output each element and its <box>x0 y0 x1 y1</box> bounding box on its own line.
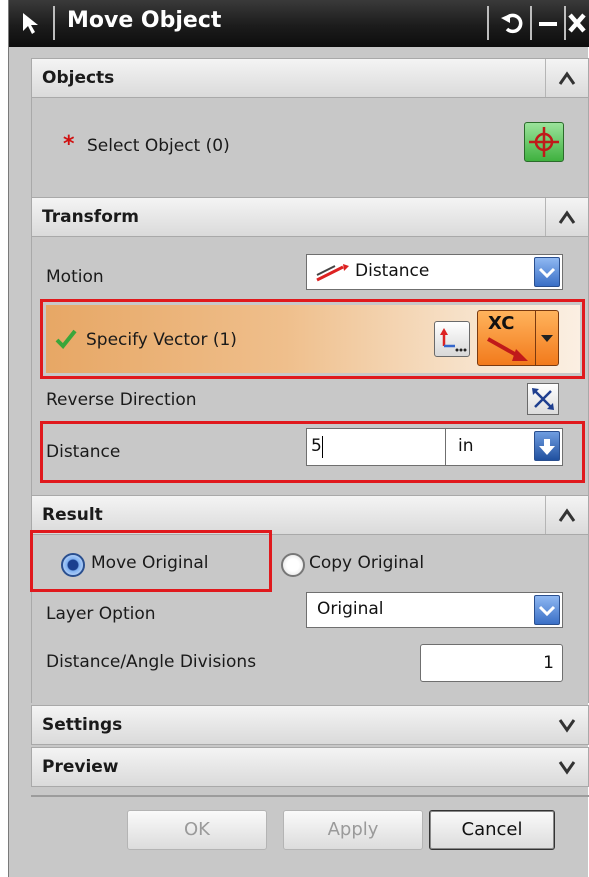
expand-chevron-icon[interactable] <box>546 706 588 744</box>
layer-option-label: Layer Option <box>46 604 156 624</box>
layer-option-dropdown[interactable]: Original <box>306 592 563 628</box>
dropdown-arrow-icon[interactable] <box>534 595 560 625</box>
motion-dropdown[interactable]: Distance <box>306 254 563 290</box>
divisions-value: 1 <box>543 653 554 673</box>
select-object-button[interactable] <box>524 122 564 162</box>
close-icon[interactable] <box>562 8 589 38</box>
ok-button[interactable]: OK <box>127 810 267 850</box>
select-pointer-icon[interactable] <box>17 9 47 37</box>
dropdown-arrow-icon[interactable] <box>534 257 560 287</box>
title-separator <box>530 6 532 40</box>
result-section-label: Result <box>42 505 103 525</box>
vector-dialog-button[interactable] <box>434 321 470 357</box>
reverse-direction-label: Reverse Direction <box>46 390 197 410</box>
select-object-label[interactable]: Select Object (0) <box>87 136 230 156</box>
objects-section-header[interactable]: Objects <box>31 58 589 98</box>
cancel-button[interactable]: Cancel <box>429 810 555 850</box>
motion-value: Distance <box>355 261 430 281</box>
copy-original-label[interactable]: Copy Original <box>309 553 424 573</box>
distance-motion-icon <box>316 264 349 282</box>
vector-constructor-icon <box>440 328 467 352</box>
footer-separator <box>31 795 589 797</box>
settings-section-header[interactable]: Settings <box>31 705 589 745</box>
collapse-chevron-icon[interactable] <box>545 496 588 534</box>
window-title: Move Object <box>67 8 222 33</box>
settings-section-label: Settings <box>42 715 123 735</box>
distance-unit-value: in <box>458 436 474 456</box>
apply-button[interactable]: Apply <box>283 810 423 850</box>
distance-value: 5 <box>311 436 322 456</box>
check-icon <box>55 329 77 349</box>
title-bar[interactable]: Move Object <box>9 0 589 47</box>
title-separator <box>487 6 489 40</box>
reverse-direction-button[interactable] <box>527 383 559 415</box>
reverse-arrows-icon <box>532 388 554 410</box>
transform-section-header[interactable]: Transform <box>31 197 589 237</box>
vector-dropdown-arrow-icon[interactable] <box>535 311 558 365</box>
unit-dropdown-arrow-icon[interactable] <box>534 431 560 461</box>
layer-option-value: Original <box>317 599 384 619</box>
collapse-chevron-icon[interactable] <box>545 198 588 236</box>
minimize-icon[interactable] <box>533 8 563 38</box>
expand-chevron-icon[interactable] <box>546 748 588 786</box>
xc-vector-icon <box>487 337 528 361</box>
distance-unit-dropdown[interactable]: in <box>445 428 563 466</box>
distance-label: Distance <box>46 442 121 462</box>
preview-section-label: Preview <box>42 757 119 777</box>
motion-label: Motion <box>46 267 104 287</box>
specify-vector-label: Specify Vector (1) <box>86 330 237 350</box>
distance-input[interactable]: 5 <box>306 428 446 466</box>
move-object-dialog: Move Object Objects * Select Object (0) <box>8 0 589 877</box>
reset-icon[interactable] <box>497 8 527 38</box>
preview-section-header[interactable]: Preview <box>31 747 589 787</box>
move-original-radio[interactable] <box>61 553 85 577</box>
copy-original-radio[interactable] <box>281 553 305 577</box>
vector-type-selector[interactable]: XC <box>477 310 559 366</box>
title-separator <box>53 6 55 40</box>
required-asterisk: * <box>63 132 75 157</box>
transform-section-label: Transform <box>42 207 139 227</box>
vector-type-label: XC <box>488 313 515 334</box>
crosshair-icon <box>529 127 559 157</box>
objects-section-body: * Select Object (0) <box>31 98 589 198</box>
move-original-label[interactable]: Move Original <box>91 553 209 573</box>
collapse-chevron-icon[interactable] <box>545 59 588 97</box>
result-section-header[interactable]: Result <box>31 495 589 535</box>
text-caret <box>322 436 323 458</box>
divisions-input[interactable]: 1 <box>420 644 563 682</box>
divisions-label: Distance/Angle Divisions <box>46 652 257 672</box>
objects-section-label: Objects <box>42 68 115 88</box>
